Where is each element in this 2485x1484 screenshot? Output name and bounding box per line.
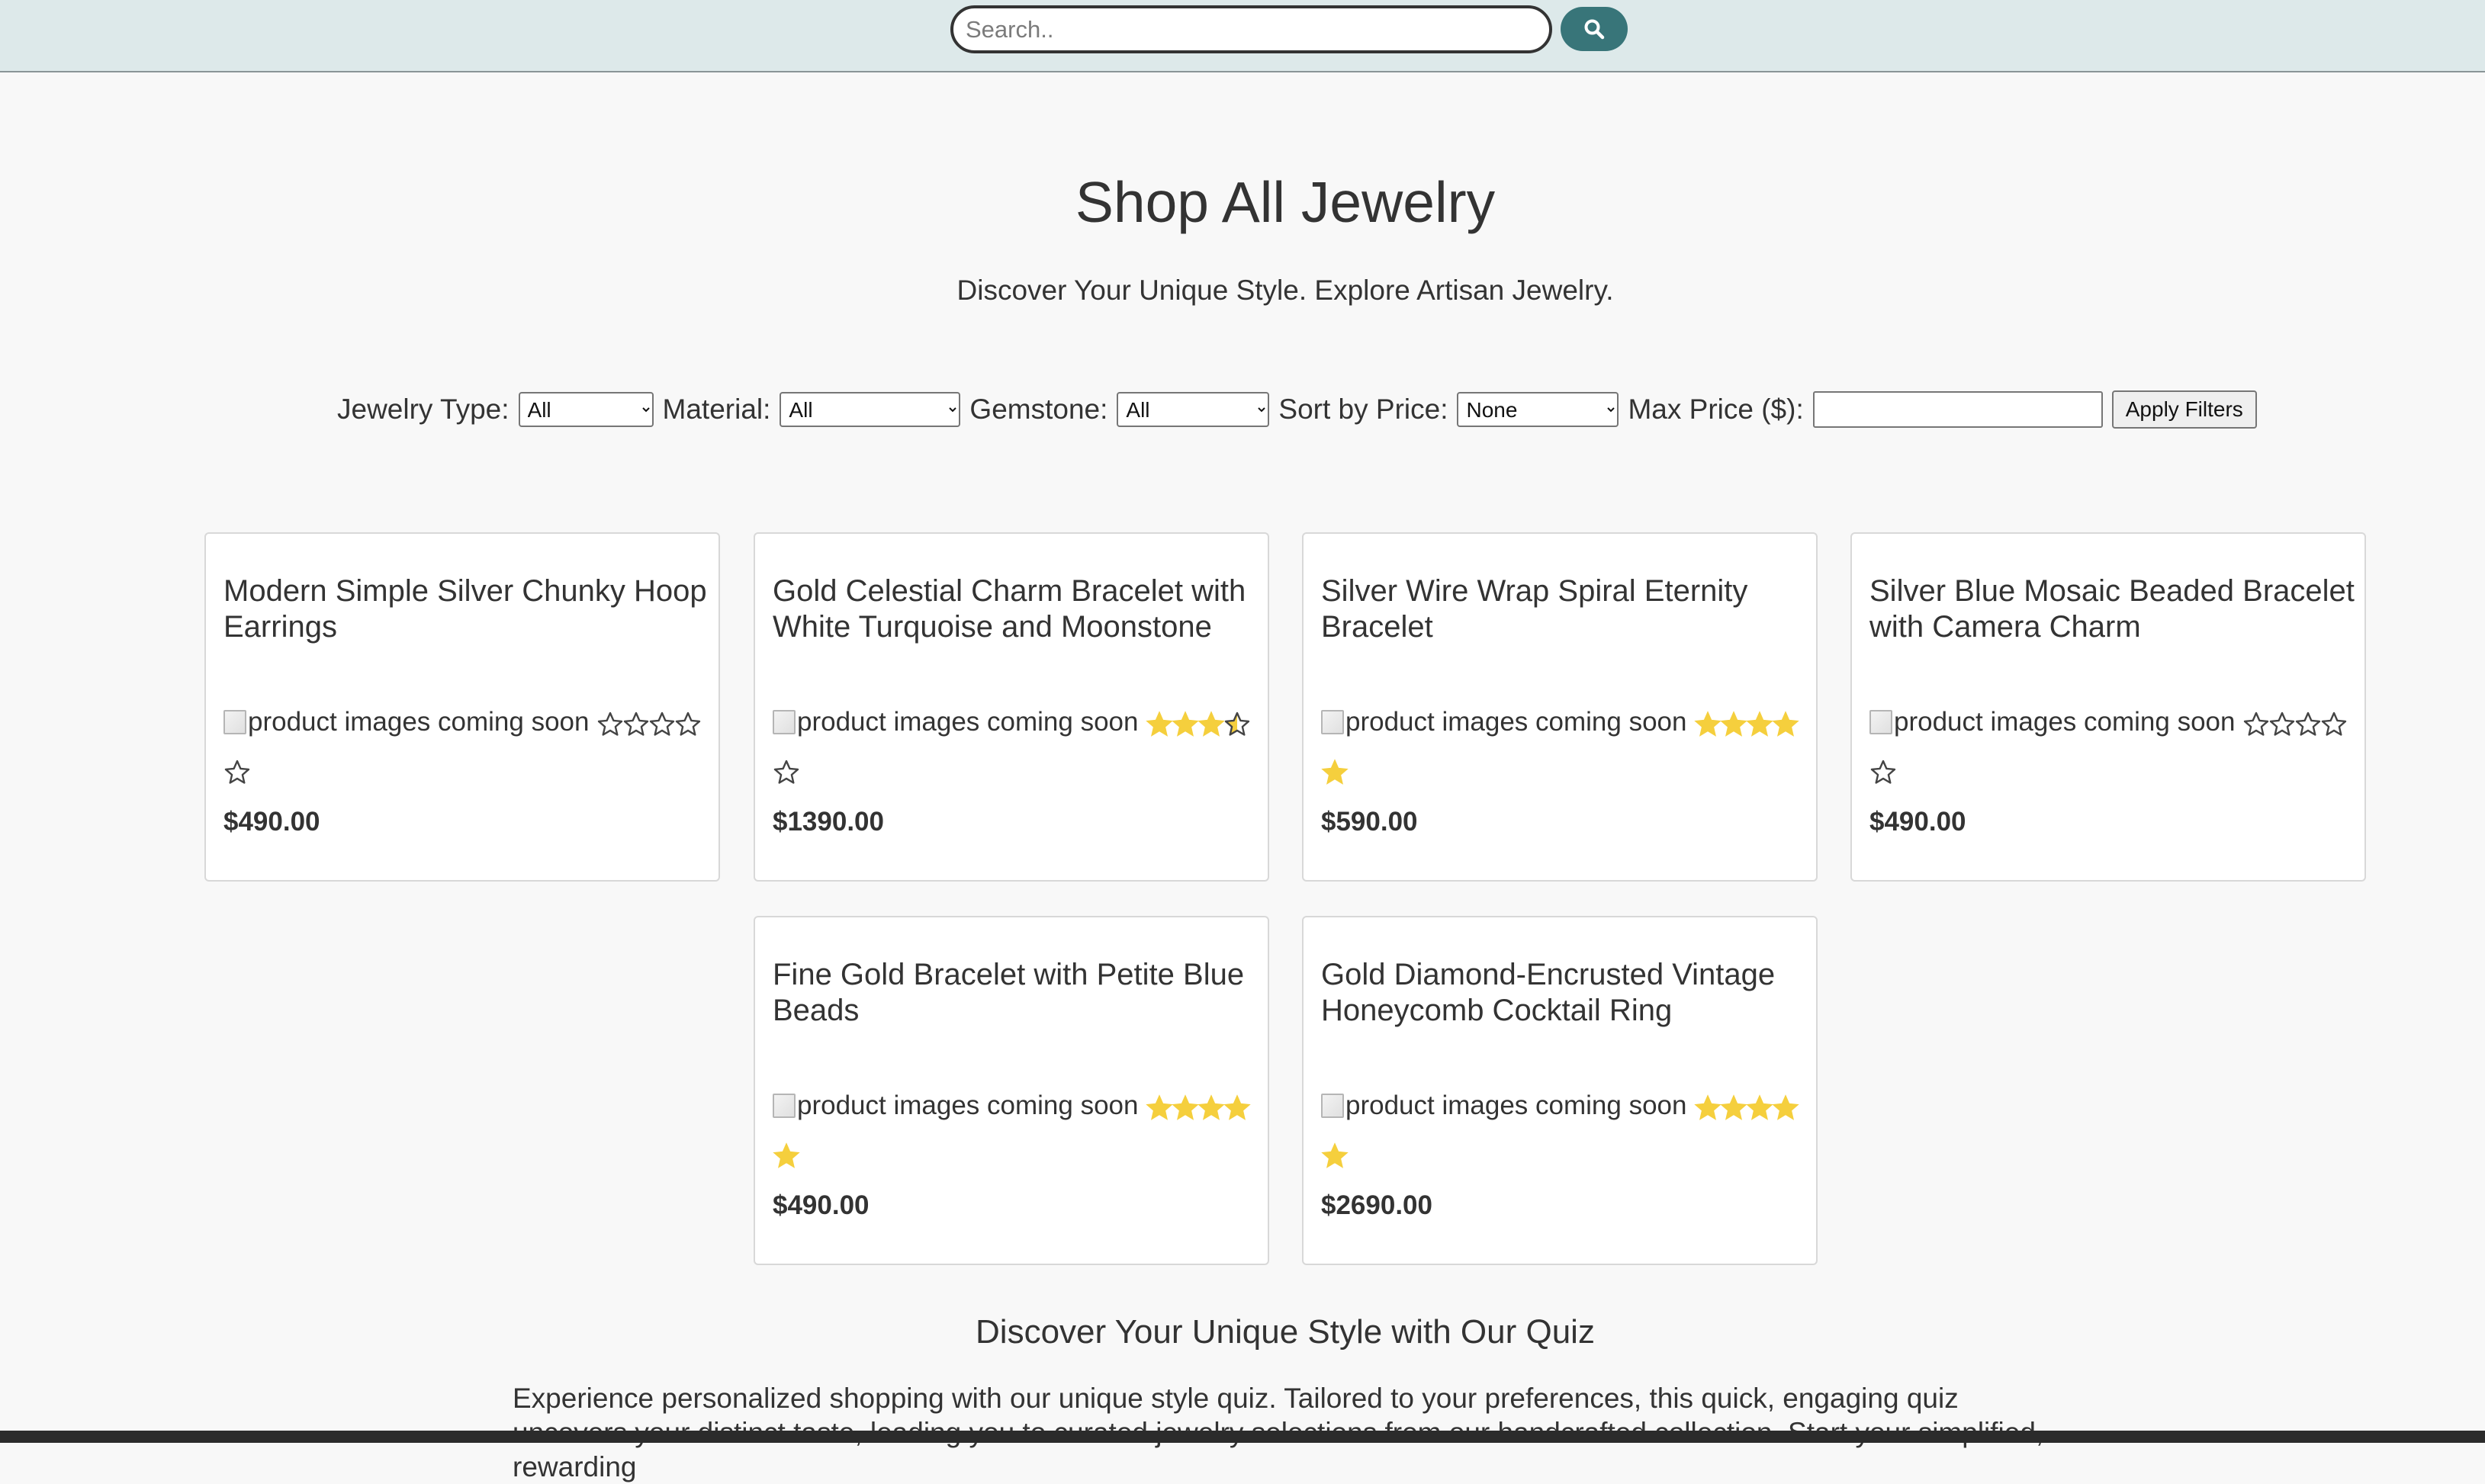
broken-image-icon [773,1093,796,1118]
star-empty-icon [650,711,675,736]
product-image-and-rating: product images coming soon [773,698,1261,798]
star-empty-icon [224,760,250,784]
star-filled-icon [1772,1094,1799,1120]
product-card[interactable]: Silver Wire Wrap Spiral Eternity Bracele… [1302,532,1818,882]
product-title[interactable]: Fine Gold Bracelet with Petite Blue Bead… [773,957,1261,1029]
product-image-and-rating: product images coming soon [1869,698,2358,798]
max-price-input[interactable] [1812,391,2103,428]
star-empty-icon [2296,711,2321,736]
product-image: product images coming soon [1869,698,2235,746]
product-image-and-rating: product images coming soon [773,1081,1261,1181]
page-subtitle: Discover Your Unique Style. Explore Arti… [956,275,1614,306]
product-image: product images coming soon [223,698,589,746]
product-image-alt-text: product images coming soon [1345,707,1687,737]
quiz-section-title: Discover Your Unique Style with Our Quiz [976,1313,1595,1351]
star-empty-icon [598,711,623,736]
star-filled-icon [1197,710,1225,737]
gemstone-label: Gemstone: [969,393,1108,425]
star-filled-icon [1172,1094,1199,1120]
broken-image-icon [223,709,246,734]
product-card[interactable]: Fine Gold Bracelet with Petite Blue Bead… [754,916,1269,1265]
product-image-alt-text: product images coming soon [797,1091,1139,1120]
bottom-bar [0,1431,2485,1443]
product-image-and-rating: product images coming soon [1321,698,1809,798]
sort-by-price-label: Sort by Price: [1278,393,1448,425]
product-price: $590.00 [1321,807,1418,837]
product-card[interactable]: Gold Celestial Charm Bracelet with White… [754,532,1269,882]
star-filled-icon [1321,758,1349,785]
star-filled-icon [773,1142,800,1168]
product-price: $490.00 [223,807,320,837]
broken-image-icon [1869,709,1892,734]
product-image: product images coming soon [1321,1081,1686,1129]
product-title[interactable]: Modern Simple Silver Chunky Hoop Earring… [223,573,712,645]
star-empty-icon [2322,711,2347,736]
top-header-bar [0,0,2485,72]
star-empty-icon [773,760,799,784]
jewelry-type-select[interactable]: All [518,392,654,427]
star-empty-icon [624,711,649,736]
search-icon [1584,19,1605,40]
material-label: Material: [662,393,771,425]
star-filled-icon [1146,1094,1173,1120]
star-filled-icon [1772,710,1799,737]
product-image-alt-text: product images coming soon [1894,707,2236,737]
page-title: Shop All Jewelry [1075,170,1496,234]
product-image: product images coming soon [773,1081,1138,1129]
star-filled-icon [1146,710,1173,737]
product-image-alt-text: product images coming soon [797,707,1139,737]
star-filled-icon [1321,1142,1349,1168]
product-image-and-rating: product images coming soon [223,698,712,798]
star-empty-icon [1870,760,1896,784]
broken-image-icon [773,709,796,734]
star-filled-icon [1223,1094,1251,1120]
star-half-icon [1225,711,1250,736]
product-card[interactable]: Modern Simple Silver Chunky Hoop Earring… [204,532,720,882]
product-card[interactable]: Silver Blue Mosaic Beaded Bracelet with … [1850,532,2366,882]
search-button[interactable] [1561,7,1628,51]
star-filled-icon [1694,710,1721,737]
star-filled-icon [1197,1094,1225,1120]
product-price: $1390.00 [773,807,884,837]
product-price: $490.00 [773,1190,870,1220]
sort-by-price-select[interactable]: None [1457,392,1619,427]
product-card[interactable]: Gold Diamond-Encrusted Vintage Honeycomb… [1302,916,1818,1265]
product-image: product images coming soon [773,698,1138,746]
gemstone-select[interactable]: All [1117,392,1270,427]
search-input[interactable] [950,5,1552,53]
star-filled-icon [1746,1094,1773,1120]
product-image-alt-text: product images coming soon [1345,1091,1687,1120]
jewelry-type-label: Jewelry Type: [337,393,510,425]
star-filled-icon [1694,1094,1721,1120]
broken-image-icon [1321,1093,1344,1118]
product-title[interactable]: Silver Blue Mosaic Beaded Bracelet with … [1869,573,2358,645]
star-filled-icon [1720,710,1747,737]
product-title[interactable]: Silver Wire Wrap Spiral Eternity Bracele… [1321,573,1809,645]
product-title[interactable]: Gold Celestial Charm Bracelet with White… [773,573,1261,645]
material-select[interactable]: All [780,392,961,427]
apply-filters-button[interactable]: Apply Filters [2111,390,2257,429]
star-filled-icon [1746,710,1773,737]
product-image-and-rating: product images coming soon [1321,1081,1809,1181]
star-filled-icon [1172,710,1199,737]
max-price-label: Max Price ($): [1628,393,1804,425]
star-empty-icon [2270,711,2295,736]
product-price: $490.00 [1869,807,1966,837]
product-image-alt-text: product images coming soon [248,707,590,737]
product-price: $2690.00 [1321,1190,1432,1220]
filter-bar: Jewelry Type: All Material: All Gemstone… [337,390,2257,429]
star-empty-icon [2244,711,2269,736]
star-filled-icon [1720,1094,1747,1120]
star-empty-icon [676,711,701,736]
broken-image-icon [1321,709,1344,734]
product-image: product images coming soon [1321,698,1686,746]
product-title[interactable]: Gold Diamond-Encrusted Vintage Honeycomb… [1321,957,1809,1029]
